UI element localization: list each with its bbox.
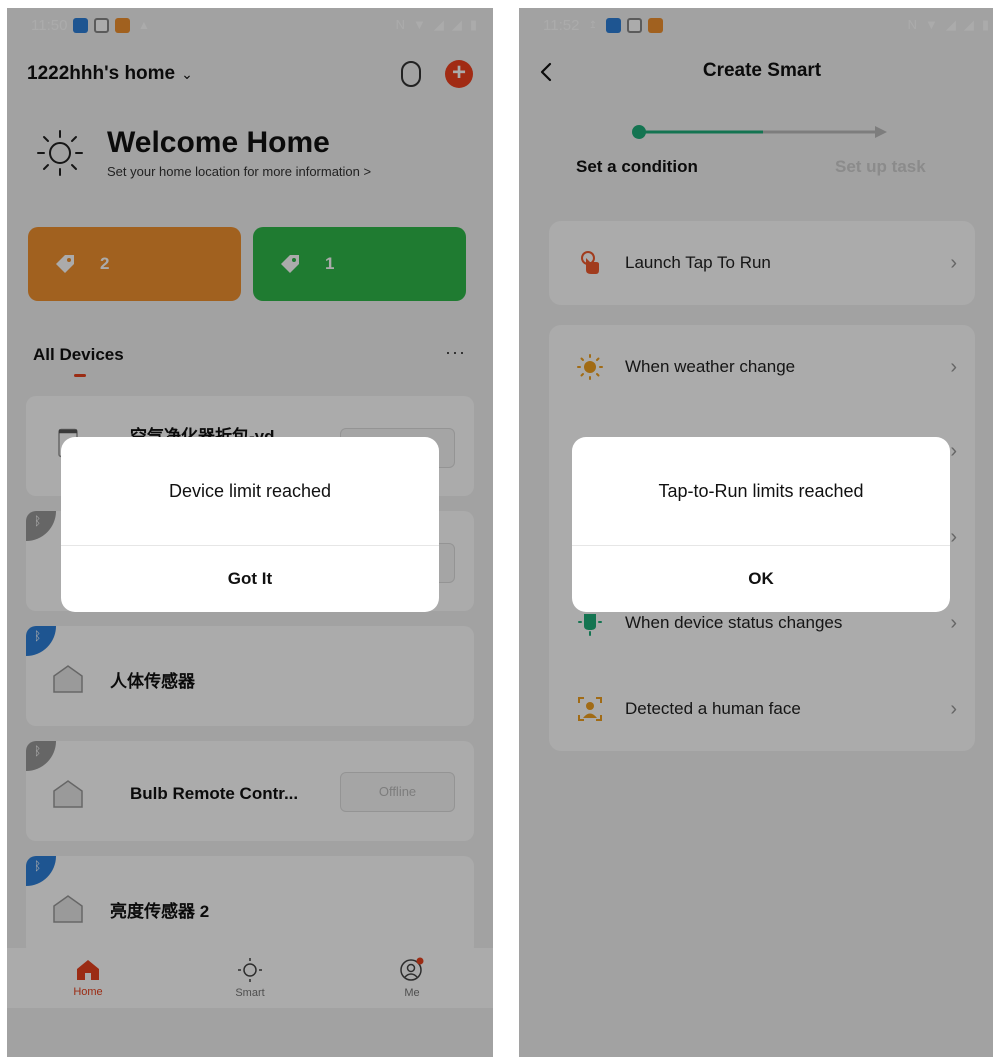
sun-icon xyxy=(238,958,262,982)
sun-icon xyxy=(577,354,603,380)
condition-label: When device status changes xyxy=(625,613,843,632)
house-icon xyxy=(53,895,83,923)
chevron-right-icon: › xyxy=(950,355,957,378)
ok-button[interactable]: OK xyxy=(572,546,950,612)
tab-label: Me xyxy=(404,987,420,999)
status-bar: 11:50 ▲ N ▼ ◢ ◢ ▮ xyxy=(7,8,493,42)
condition-panel: Launch Tap To Run › xyxy=(549,221,975,305)
chevron-right-icon: › xyxy=(950,439,957,462)
bluetooth-icon: ᛒ xyxy=(26,626,56,656)
signal-icon: ◢ xyxy=(451,17,462,32)
app-notif-icon xyxy=(94,17,110,33)
bottom-tab-bar: Home Smart Me xyxy=(7,948,493,1008)
app-notif-icon xyxy=(73,17,89,33)
app-notif-icon xyxy=(115,17,131,33)
nfc-icon: N xyxy=(907,17,917,32)
app-notif-icon xyxy=(627,17,643,33)
tag-card[interactable]: 2 xyxy=(28,227,241,301)
condition-label: Detected a human face xyxy=(625,699,801,718)
wifi-icon: ▼ xyxy=(412,17,426,32)
home-screen: 11:50 ▲ N ▼ ◢ ◢ ▮ 1222hhh's home ⌄ + Wel… xyxy=(7,8,493,1057)
welcome-banner[interactable]: Welcome Home Set your home location for … xyxy=(35,126,371,179)
system-nav-bar xyxy=(7,1008,493,1057)
offline-button[interactable]: Offline xyxy=(340,772,455,812)
tag-icon xyxy=(281,255,299,273)
got-it-button[interactable]: Got It xyxy=(61,546,439,612)
condition-human-face[interactable]: Detected a human face › xyxy=(549,667,975,751)
all-devices-title[interactable]: All Devices xyxy=(33,345,124,365)
welcome-subtitle[interactable]: Set your home location for more informat… xyxy=(107,164,371,179)
condition-label: Launch Tap To Run xyxy=(625,253,771,272)
device-status-icon xyxy=(578,614,602,636)
status-time: 11:52 xyxy=(543,16,580,34)
condition-weather[interactable]: When weather change › xyxy=(549,325,975,409)
upload-icon: ↥ xyxy=(588,19,598,31)
warning-icon: ▲ xyxy=(137,18,150,32)
condition-label: When weather change xyxy=(625,357,796,376)
add-button[interactable]: + xyxy=(445,60,473,88)
tab-home[interactable]: Home xyxy=(7,948,169,1008)
tag-card[interactable]: 1 xyxy=(253,227,466,301)
status-icons: N ▼ ◢ ◢ ▮ xyxy=(908,17,989,33)
chevron-right-icon: › xyxy=(950,525,957,548)
house-icon xyxy=(53,780,83,808)
signal-icon: ◢ xyxy=(433,17,444,32)
chevron-right-icon: › xyxy=(950,611,957,634)
device-card[interactable]: ᛒ 亮度传感器 2 xyxy=(26,856,474,956)
home-icon xyxy=(77,960,99,980)
tab-me[interactable]: Me xyxy=(331,948,493,1008)
device-name: Bulb Remote Contr... xyxy=(130,784,299,803)
app-notif-icon xyxy=(648,17,664,33)
alert-dialog: Device limit reached Got It xyxy=(61,437,439,612)
tag-count: 1 xyxy=(325,254,335,273)
status-icons: N ▼ ◢ ◢ ▮ xyxy=(396,17,477,33)
alert-dialog: Tap-to-Run limits reached OK xyxy=(572,437,950,612)
battery-icon: ▮ xyxy=(981,17,989,32)
bluetooth-icon: ᛒ xyxy=(26,511,56,541)
condition-launch-tap-to-run[interactable]: Launch Tap To Run › xyxy=(549,221,975,305)
home-header: 1222hhh's home ⌄ + xyxy=(7,54,493,94)
device-name: 人体传感器 xyxy=(110,672,195,691)
chevron-down-icon[interactable]: ⌄ xyxy=(181,66,193,83)
bluetooth-icon: ᛒ xyxy=(26,856,56,886)
status-bar: 11:52 ↥ N ▼ ◢ ◢ ▮ xyxy=(519,8,993,42)
sun-icon xyxy=(37,129,83,176)
signal-icon: ◢ xyxy=(945,17,956,32)
tab-smart[interactable]: Smart xyxy=(169,948,331,1008)
page-title: Create Smart xyxy=(702,60,822,81)
tag-icon xyxy=(56,255,74,273)
app-notif-icon xyxy=(606,17,622,33)
battery-icon: ▮ xyxy=(469,17,477,32)
create-smart-screen: 11:52 ↥ N ▼ ◢ ◢ ▮ Create Smart Set a con… xyxy=(519,8,993,1057)
dialog-message: Device limit reached xyxy=(168,480,332,501)
step-set-condition: Set a condition xyxy=(576,157,698,176)
signal-icon: ◢ xyxy=(963,17,974,32)
step-progress xyxy=(632,125,887,139)
device-card[interactable]: ᛒ 人体传感器 xyxy=(26,626,474,726)
status-time: 11:50 xyxy=(31,16,68,34)
tab-label: Home xyxy=(73,986,103,998)
chevron-right-icon: › xyxy=(950,697,957,720)
tag-count: 2 xyxy=(100,254,110,273)
tap-hand-icon xyxy=(581,251,599,274)
step-set-up-task: Set up task xyxy=(835,157,926,176)
device-card[interactable]: ᛒ Bulb Remote Contr... Offline xyxy=(26,741,474,841)
device-name: 亮度传感器 2 xyxy=(110,902,210,921)
face-detect-icon xyxy=(578,697,602,721)
tab-label: Smart xyxy=(235,987,265,999)
wifi-icon: ▼ xyxy=(924,17,938,32)
more-options-icon[interactable]: ··· xyxy=(445,342,466,363)
chevron-right-icon: › xyxy=(950,251,957,274)
bluetooth-icon: ᛒ xyxy=(26,741,56,771)
user-icon xyxy=(400,957,424,981)
house-icon xyxy=(53,665,83,693)
nfc-icon: N xyxy=(395,17,405,32)
microphone-icon[interactable] xyxy=(401,61,421,87)
home-selector[interactable]: 1222hhh's home xyxy=(27,63,175,85)
welcome-title: Welcome Home xyxy=(107,126,330,159)
tab-indicator xyxy=(74,374,86,377)
dialog-message: Tap-to-Run limits reached xyxy=(658,480,864,501)
system-nav-bar xyxy=(519,1008,993,1057)
